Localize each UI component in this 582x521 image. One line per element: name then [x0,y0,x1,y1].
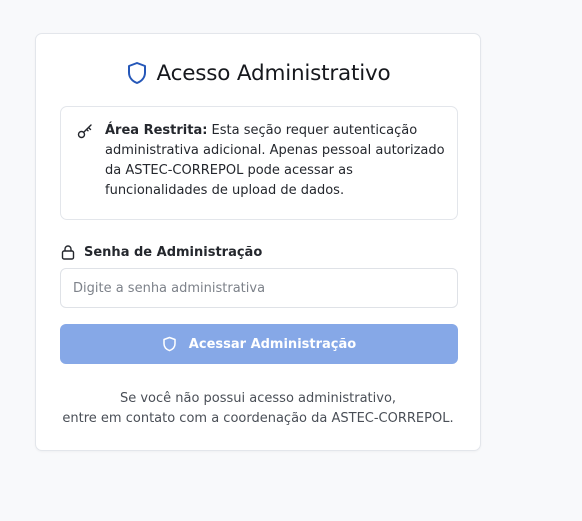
admin-password-input[interactable] [60,268,458,308]
restricted-area-notice: Área Restrita: Esta seção requer autenti… [60,106,458,220]
footer-line-1: Se você não possui acesso administrativo… [119,391,397,406]
card-header: Acesso Administrativo [36,58,480,88]
contact-footer: Se você não possui acesso administrativo… [36,389,480,429]
admin-access-card: Acesso Administrativo Área Restrita: Est… [35,33,481,451]
lock-icon [60,244,76,260]
page-title: Acesso Administrativo [156,60,391,86]
shield-icon [162,336,177,352]
access-admin-button[interactable]: Acessar Administração [60,324,458,364]
password-label: Senha de Administração [84,244,263,260]
footer-line-2: entre em contato com a coordenação da AS… [62,411,454,426]
notice-text: Área Restrita: Esta seção requer autenti… [105,121,453,201]
access-admin-button-label: Acessar Administração [188,336,357,352]
password-label-row: Senha de Administração [60,242,262,262]
notice-bold-label: Área Restrita: [105,123,208,138]
shield-icon [126,61,148,85]
key-icon [77,123,93,139]
